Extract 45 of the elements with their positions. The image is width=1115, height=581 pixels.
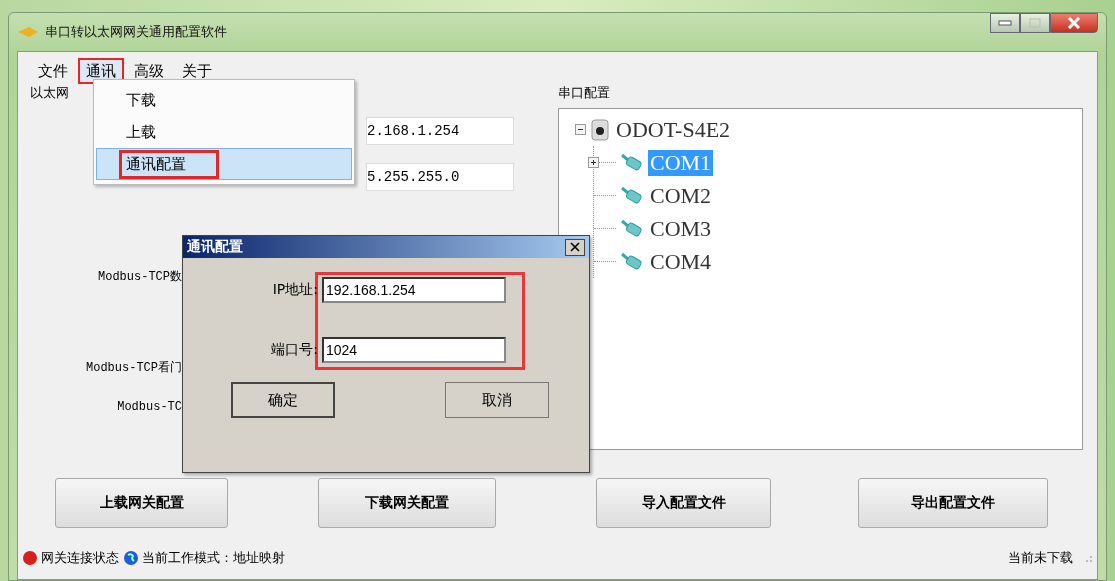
status-text: 网关连接状态 [41,549,119,567]
action-button[interactable]: 下载网关配置 [318,478,496,528]
device-icon [590,118,610,141]
menu-item[interactable]: 高级 [126,58,172,84]
minimize-button[interactable] [990,13,1020,33]
tree-item[interactable]: COM3 [648,215,714,242]
menu-item[interactable]: 文件 [30,58,76,84]
resize-grip-icon[interactable] [1083,553,1093,563]
input-field[interactable]: 1024 [322,337,506,363]
field-label: IP地址: [272,281,318,299]
field-label: Modbus-TC [117,400,182,414]
input-field[interactable]: 5.255.255.0 [366,163,514,191]
group-title: 以太网 [30,84,69,102]
menu-item[interactable]: 下载 [96,84,352,116]
app-icon [17,25,39,39]
expand-icon[interactable] [588,157,599,168]
close-icon [570,242,580,252]
field-label: Modbus-TCP数 [98,269,182,285]
field-label: Modbus-TCP看门 [86,360,182,376]
minimize-icon [998,20,1012,26]
close-button[interactable] [565,238,585,256]
window-title: 串口转以太网网关通用配置软件 [45,23,227,41]
maximize-icon [1029,18,1041,28]
field-label: 端口号: [271,341,318,359]
tree-item[interactable]: COM4 [648,248,714,275]
menu-item[interactable]: 关于 [174,58,220,84]
action-button[interactable]: 上载网关配置 [55,478,228,528]
dialog-title: 通讯配置 [187,238,243,256]
menu-item[interactable]: 通讯配置 [96,148,352,180]
input-field[interactable]: 2.168.1.254 [366,117,514,145]
close-icon [1067,17,1081,29]
group-title: 串口配置 [558,84,610,102]
status-text: 当前工作模式：地址映射 [142,549,285,567]
menu-item[interactable]: 上载 [96,116,352,148]
action-button[interactable]: 导入配置文件 [596,478,771,528]
dialog-button[interactable]: 取消 [445,382,549,418]
input-field[interactable]: 192.168.1.254 [322,277,506,303]
tree-item[interactable]: ODOT-S4E2 [614,116,733,143]
maximize-button[interactable] [1020,13,1050,33]
dialog-button[interactable]: 确定 [231,382,335,418]
status-text: 当前未下载 [1008,549,1073,567]
tree-item[interactable]: COM2 [648,182,714,209]
menu-item[interactable]: 通讯 [78,58,124,84]
collapse-icon[interactable] [575,124,586,135]
action-button[interactable]: 导出配置文件 [858,478,1048,528]
